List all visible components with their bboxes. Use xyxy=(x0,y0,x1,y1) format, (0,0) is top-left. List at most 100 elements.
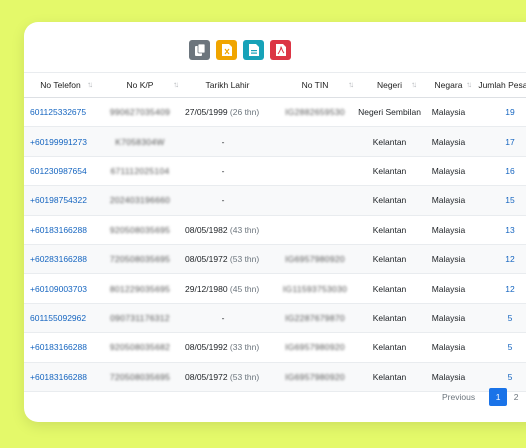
dob-value: 08/05/1982 xyxy=(185,224,228,235)
table-row: +60283166288 720508035695 08/05/1972 (53… xyxy=(24,244,526,275)
phone-link[interactable]: 601230987654 xyxy=(24,156,97,187)
dob-cell: - xyxy=(183,126,272,157)
header-state-label: Negeri xyxy=(376,80,403,90)
age-value: (33 thn) xyxy=(229,342,260,353)
header-country[interactable]: Negara ↑↓ xyxy=(421,72,476,98)
previous-button[interactable]: Previous xyxy=(442,392,475,402)
kp-cell: 202403196660 xyxy=(97,185,183,216)
excel-button[interactable] xyxy=(216,40,237,60)
orders-link[interactable]: 12 xyxy=(476,244,526,275)
sort-icon: ↑↓ xyxy=(87,80,93,89)
header-state[interactable]: Negeri ↑↓ xyxy=(358,72,421,98)
data-table-card: No Telefon ↑↓ No K/P ↑↓ Tarikh Lahir No TI… xyxy=(24,22,526,422)
dob-value: 08/05/1972 xyxy=(185,371,228,382)
sort-icon: ↑↓ xyxy=(348,80,354,89)
phone-link[interactable]: +60183166288 xyxy=(24,362,97,392)
customers-table: No Telefon ↑↓ No K/P ↑↓ Tarikh Lahir No TI… xyxy=(24,72,526,392)
dob-cell: - xyxy=(183,185,272,216)
state-cell: Negeri Sembilan xyxy=(358,97,421,128)
dob-cell: 27/05/1999 (26 thn) xyxy=(183,97,272,128)
table-row: +60183166288 920508035695 08/05/1982 (43… xyxy=(24,215,526,245)
orders-link[interactable]: 15 xyxy=(476,185,526,216)
kp-value: 801229035695 xyxy=(109,283,171,294)
export-toolbar xyxy=(189,40,291,60)
page-1-button[interactable]: 1 xyxy=(489,388,508,406)
phone-link[interactable]: +60183166288 xyxy=(24,215,97,245)
tin-cell xyxy=(272,185,358,216)
header-dob[interactable]: Tarikh Lahir xyxy=(183,72,272,98)
header-country-label: Negara xyxy=(434,80,463,90)
dob-value: 27/05/1999 xyxy=(185,107,228,118)
sort-icon: ↑↓ xyxy=(173,80,179,89)
orders-link[interactable]: 12 xyxy=(476,273,526,304)
phone-link[interactable]: +60198754322 xyxy=(24,185,97,216)
dob-cell: 08/05/1982 (43 thn) xyxy=(183,215,272,245)
csv-button[interactable] xyxy=(243,40,264,60)
kp-value: 990627035409 xyxy=(109,107,171,118)
sort-icon: ↑↓ xyxy=(466,80,472,89)
phone-link[interactable]: +60283166288 xyxy=(24,244,97,275)
phone-link[interactable]: +60183166288 xyxy=(24,332,97,363)
pdf-button[interactable] xyxy=(270,40,291,60)
state-cell: Kelantan xyxy=(358,215,421,245)
country-cell: Malaysia xyxy=(421,126,476,157)
table-row: +60183166288 920508035682 08/05/1992 (33… xyxy=(24,332,526,363)
orders-link[interactable]: 5 xyxy=(476,332,526,363)
tin-cell: IG2882659530 xyxy=(272,97,358,128)
age-value: (45 thn) xyxy=(229,283,260,294)
state-cell: Kelantan xyxy=(358,244,421,275)
page-2-button[interactable]: 2 xyxy=(507,388,525,406)
table-row: +60109003703 801229035695 29/12/1980 (45… xyxy=(24,273,526,304)
phone-link[interactable]: +60199991273 xyxy=(24,126,97,157)
sort-icon: ↑↓ xyxy=(411,80,417,89)
header-phone[interactable]: No Telefon ↑↓ xyxy=(24,72,97,98)
kp-cell: K7058304W xyxy=(97,126,183,157)
orders-link[interactable]: 5 xyxy=(476,303,526,334)
phone-link[interactable]: 601125332675 xyxy=(24,97,97,128)
table-row: +60183166288 720508035695 08/05/1972 (53… xyxy=(24,362,526,392)
tin-value: IG6957980920 xyxy=(285,254,345,265)
kp-value: K7058304W xyxy=(115,136,165,147)
orders-link[interactable]: 17 xyxy=(476,126,526,157)
header-dob-label: Tarikh Lahir xyxy=(205,80,250,90)
orders-link[interactable]: 5 xyxy=(476,362,526,392)
tin-value: IG11593753030 xyxy=(282,283,348,294)
tin-cell: IG6957980920 xyxy=(272,244,358,275)
tin-cell xyxy=(272,156,358,187)
phone-link[interactable]: 601155092962 xyxy=(24,303,97,334)
kp-cell: 801229035695 xyxy=(97,273,183,304)
tin-value: IG6957980920 xyxy=(285,342,345,353)
orders-link[interactable]: 13 xyxy=(476,215,526,245)
kp-value: 720508035695 xyxy=(109,371,171,382)
dob-cell: 08/05/1992 (33 thn) xyxy=(183,332,272,363)
orders-link[interactable]: 19 xyxy=(476,97,526,128)
country-cell: Malaysia xyxy=(421,185,476,216)
excel-icon xyxy=(221,44,232,56)
copy-button[interactable] xyxy=(189,40,210,60)
orders-link[interactable]: 16 xyxy=(476,156,526,187)
pagination: Previous 1 2 3 xyxy=(442,388,526,406)
header-phone-label: No Telefon xyxy=(40,80,81,90)
kp-value: 920508035682 xyxy=(109,342,171,353)
phone-link[interactable]: +60109003703 xyxy=(24,273,97,304)
tin-cell: IG2287679870 xyxy=(272,303,358,334)
kp-cell: 720508035695 xyxy=(97,244,183,275)
header-kp[interactable]: No K/P ↑↓ xyxy=(97,72,183,98)
tin-value: IG6957980920 xyxy=(285,371,345,382)
header-tin[interactable]: No TIN ↑↓ xyxy=(272,72,358,98)
country-cell: Malaysia xyxy=(421,215,476,245)
header-tin-label: No TIN xyxy=(301,80,329,90)
header-orders[interactable]: Jumlah Pesanan xyxy=(476,72,526,98)
country-cell: Malaysia xyxy=(421,97,476,128)
table-row: 601155092962 090731176312 - IG2287679870… xyxy=(24,303,526,334)
country-cell: Malaysia xyxy=(421,362,476,392)
table-row: 601125332675 990627035409 27/05/1999 (26… xyxy=(24,97,526,128)
dob-value: - xyxy=(221,165,225,176)
dob-cell: - xyxy=(183,303,272,334)
country-cell: Malaysia xyxy=(421,332,476,363)
table-header-row: No Telefon ↑↓ No K/P ↑↓ Tarikh Lahir No TI… xyxy=(24,72,526,98)
state-cell: Kelantan xyxy=(358,362,421,392)
tin-cell: IG6957980920 xyxy=(272,362,358,392)
state-cell: Kelantan xyxy=(358,303,421,334)
age-value: (53 thn) xyxy=(229,254,260,265)
